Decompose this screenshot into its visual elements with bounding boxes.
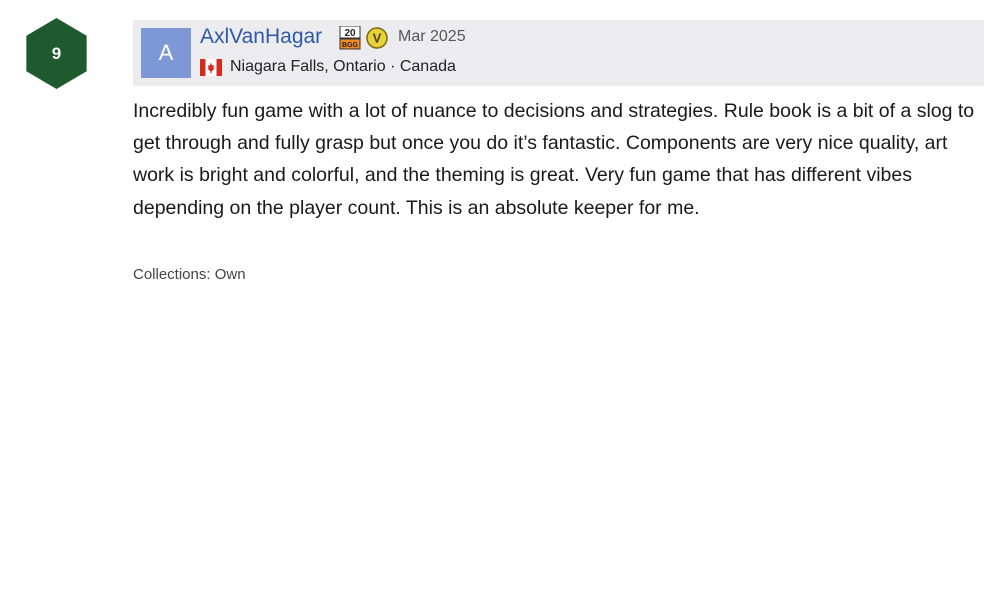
avatar[interactable]: A [141,28,191,78]
rating-badge: 9 [26,18,87,89]
svg-text:20: 20 [344,28,356,39]
avatar-initial: A [158,40,174,65]
twenty-years-badge-icon[interactable]: 20 BGG [339,26,361,50]
review-date: Mar 2025 [398,28,466,45]
svg-text:V: V [373,31,382,46]
canada-flag-icon [200,59,222,76]
rating-value: 9 [51,43,62,63]
review-body: Incredibly fun game with a lot of nuance… [133,100,975,219]
username-link[interactable]: AxlVanHagar [200,25,322,49]
review-header: A AxlVanHagar 20 BGG V Mar 2025 Niagara … [133,20,984,86]
svg-text:BGG: BGG [342,42,359,49]
user-location: Niagara Falls, Ontario · Canada [230,58,456,75]
supporter-badge-icon[interactable]: V [366,27,388,49]
collections-status: Collections: Own [133,266,246,283]
